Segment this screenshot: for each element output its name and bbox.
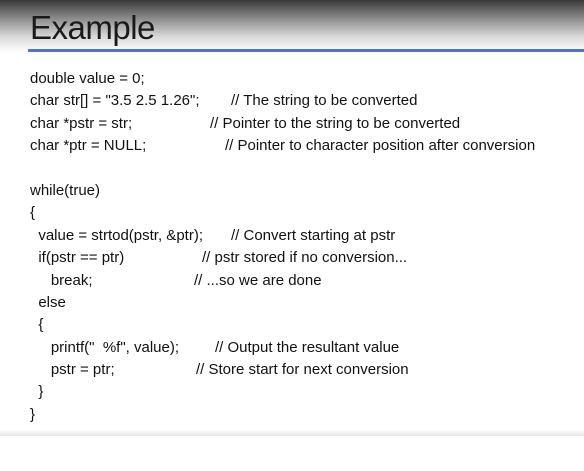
code-comment: // Pointer to the string to be converted bbox=[210, 114, 461, 132]
code-text: printf(" %f", value); bbox=[30, 338, 180, 356]
code-line: pstr = ptr; // Store start for next conv… bbox=[30, 359, 409, 381]
code-line: } bbox=[30, 381, 55, 403]
code-line: break; // ...so we are done bbox=[30, 270, 322, 292]
slide-title: Example bbox=[30, 9, 155, 46]
code-comment: // Store start for next conversion bbox=[196, 361, 409, 379]
code-text: double value = 0; bbox=[30, 70, 145, 87]
code-text: char *ptr = NULL; bbox=[30, 137, 147, 155]
code-line: value = strtod(pstr, &ptr); // Convert s… bbox=[30, 225, 395, 247]
code-text: char *pstr = str; bbox=[30, 114, 133, 132]
code-comment: // Pointer to character position after c… bbox=[225, 137, 536, 155]
code-line: printf(" %f", value); // Output the resu… bbox=[30, 337, 399, 359]
code-comment: // pstr stored if no conversion... bbox=[202, 249, 408, 267]
code-text: else bbox=[30, 293, 66, 311]
slide-bottom-edge bbox=[0, 430, 584, 436]
code-line: char *pstr = str; // Pointer to the stri… bbox=[30, 113, 460, 135]
code-line: double value = 0; bbox=[30, 68, 145, 90]
title-underline bbox=[28, 49, 584, 52]
code-comment: // ...so we are done bbox=[194, 271, 322, 289]
code-text: value = strtod(pstr, &ptr); bbox=[30, 226, 203, 244]
code-text: pstr = ptr; bbox=[30, 361, 115, 379]
code-line: { bbox=[30, 314, 55, 336]
code-text: char str[] = "3.5 2.5 1.26"; bbox=[30, 92, 200, 110]
code-line: { bbox=[30, 202, 55, 224]
code-line: } bbox=[30, 404, 55, 426]
code-comment: // The string to be converted bbox=[231, 92, 418, 110]
code-block: double value = 0; char str[] = "3.5 2.5 … bbox=[30, 68, 535, 426]
code-line: if(pstr == ptr) // pstr stored if no con… bbox=[30, 247, 407, 269]
code-line: char str[] = "3.5 2.5 1.26"; // The stri… bbox=[30, 90, 418, 112]
code-text: while(true) bbox=[30, 181, 101, 199]
code-line: char *ptr = NULL; // Pointer to characte… bbox=[30, 135, 535, 157]
code-text: break; bbox=[30, 271, 93, 289]
code-text: if(pstr == ptr) bbox=[30, 249, 125, 267]
code-comment: // Convert starting at pstr bbox=[231, 226, 396, 244]
code-text: } bbox=[30, 405, 36, 423]
slide: Example double value = 0; char str[] = "… bbox=[0, 0, 584, 436]
code-text: { bbox=[30, 316, 44, 334]
code-line: while(true) bbox=[30, 180, 100, 202]
code-comment: // Output the resultant value bbox=[215, 338, 400, 356]
code-text: } bbox=[30, 383, 44, 401]
code-text: { bbox=[30, 204, 36, 222]
code-line: else bbox=[30, 292, 66, 314]
